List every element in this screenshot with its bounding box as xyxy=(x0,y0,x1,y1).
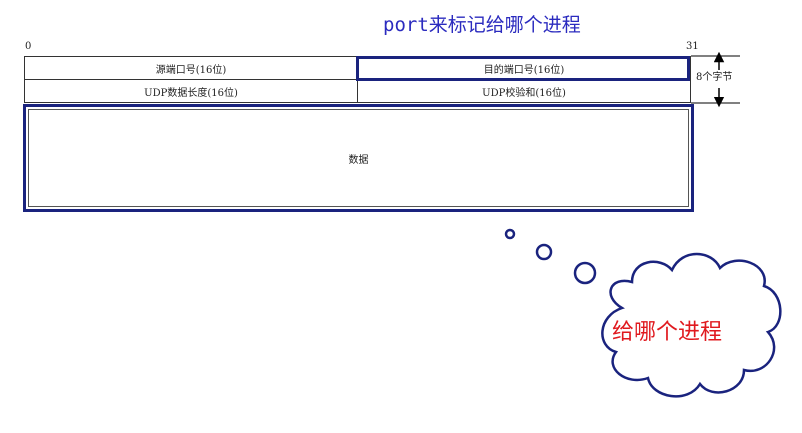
thought-bubble-small xyxy=(504,228,516,240)
callout-text: 给哪个进程 xyxy=(612,320,723,345)
thought-bubble-medium xyxy=(535,243,553,261)
thought-bubble-large xyxy=(573,261,597,285)
diagram-overlay xyxy=(504,51,782,398)
